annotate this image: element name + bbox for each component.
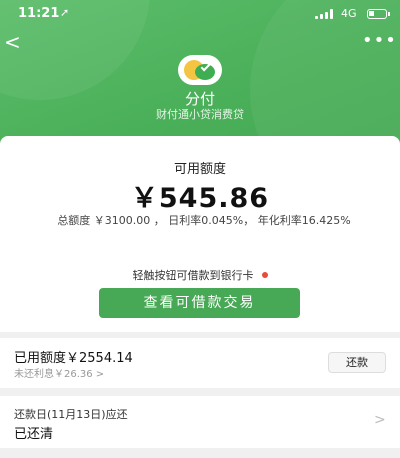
- credit-rate-info: 总额度 ￥3100.00 ， 日利率0.045%， 年化利率16.425%: [57, 214, 351, 227]
- available-credit-amount: ￥545.86: [130, 183, 270, 214]
- view-borrowable-transactions-button[interactable]: 查看可借款交易: [99, 288, 300, 318]
- signal-icon: [315, 9, 333, 19]
- unpaid-interest-link[interactable]: 未还利息￥26.36 >: [14, 365, 104, 380]
- used-credit-amount: 已用额度￥2554.14: [14, 351, 133, 366]
- repay-button[interactable]: 还款: [328, 352, 386, 373]
- status-time: 11:21: [18, 6, 60, 21]
- status-bar: 11:21 ➚ 4G: [0, 6, 400, 24]
- used-credit-row: 已用额度￥2554.14 未还利息￥26.36 > 还款: [0, 338, 400, 388]
- due-date-label: 还款日(11月13日)应还: [14, 408, 128, 421]
- borrow-hint: 轻触按钮可借款到银行卡: [0, 267, 400, 283]
- location-arrow-icon: ➚: [60, 6, 70, 19]
- more-dots-icon[interactable]: •••: [362, 30, 396, 51]
- network-type: 4G: [341, 7, 357, 20]
- available-credit-label: 可用额度: [173, 162, 226, 177]
- app-subtitle: 财付通小贷消费贷: [156, 108, 244, 121]
- due-status: 已还清: [14, 427, 54, 442]
- credit-card: 可用额度 ￥545.86 总额度 ￥3100.00 ， 日利率0.045%， 年…: [0, 136, 400, 332]
- battery-icon: [367, 9, 390, 19]
- chevron-right-icon: >: [374, 412, 386, 428]
- due-row[interactable]: 还款日(11月13日)应还 已还清 >: [0, 396, 400, 448]
- fenfu-logo-icon: [178, 55, 222, 85]
- borrow-hint-text: 轻触按钮可借款到银行卡: [132, 269, 254, 282]
- back-chevron-icon[interactable]: <: [4, 30, 26, 54]
- notification-dot-icon: [261, 272, 268, 278]
